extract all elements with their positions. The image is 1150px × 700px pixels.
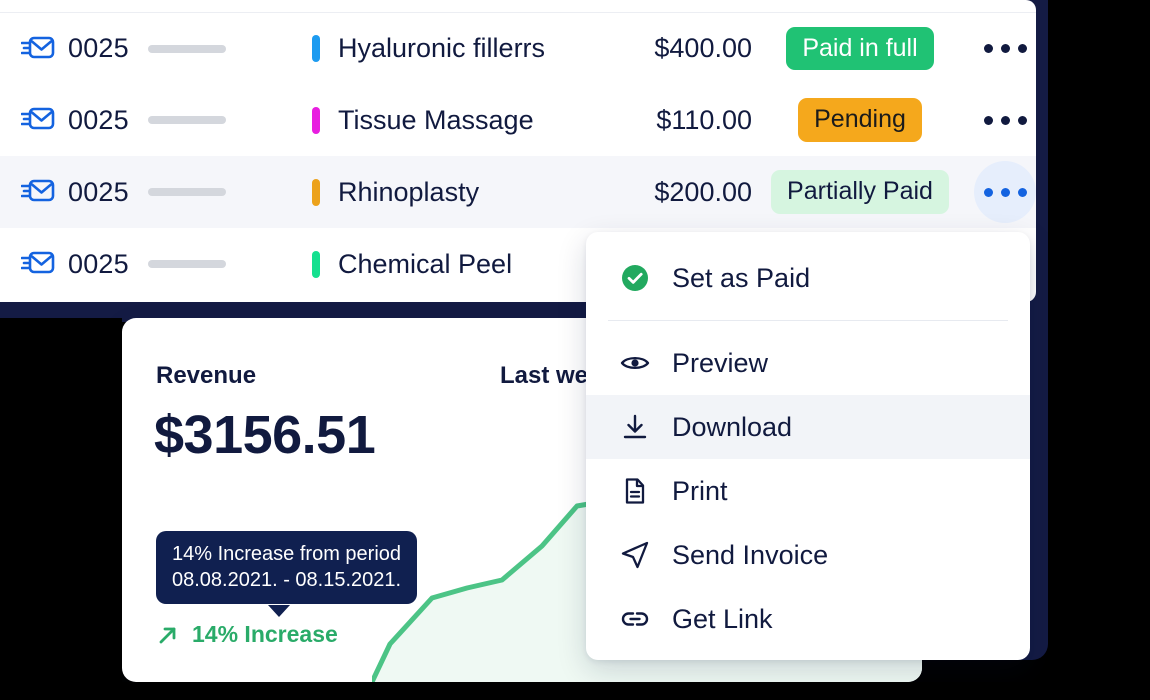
kebab-dot [1017, 44, 1027, 53]
invoice-amount: $200.00 [654, 176, 752, 207]
tooltip-line-2: 08.08.2021. - 08.15.2021. [172, 568, 402, 591]
backdrop-mask-left [0, 318, 122, 700]
document-icon [618, 474, 652, 508]
service-color-marker [312, 250, 320, 278]
table-row[interactable]: 0025 Hyaluronic fillerrs $400.00 Paid in… [0, 12, 1036, 84]
service-name: Tissue Massage [338, 104, 534, 135]
send-mail-icon [18, 29, 58, 69]
status-badge: Pending [798, 98, 922, 142]
kebab-dot [1000, 44, 1010, 53]
row-actions-button[interactable] [974, 18, 1036, 80]
service-cell: Tissue Massage [312, 105, 602, 136]
tooltip-arrow [268, 605, 290, 617]
eye-icon [618, 346, 652, 380]
service-color-marker [312, 106, 320, 134]
service-name: Hyaluronic fillerrs [338, 33, 546, 63]
placeholder-bar [148, 116, 226, 124]
row-context-menu: Set as Paid Preview Download Print Send … [586, 232, 1030, 660]
kebab-dot [1017, 115, 1027, 125]
invoice-number: 0025 [68, 33, 129, 63]
send-icon [618, 538, 652, 572]
download-icon [618, 410, 652, 444]
check-circle-icon [618, 261, 652, 295]
send-mail-icon [18, 172, 58, 212]
menu-item-print[interactable]: Print [586, 459, 1030, 523]
menu-item-preview[interactable]: Preview [586, 331, 1030, 395]
revenue-card-title: Revenue [156, 362, 257, 389]
screenshot-stage: 0025 Hyaluronic fillerrs $400.00 Paid in… [0, 0, 1150, 700]
invoice-number: 0025 [68, 248, 129, 279]
service-cell: Rhinoplasty [312, 177, 602, 208]
status-cell: Pending [760, 98, 960, 142]
kebab-dot [983, 115, 993, 125]
send-mail-icon [18, 100, 58, 140]
kebab-dot [1000, 115, 1010, 125]
invoice-amount: $400.00 [654, 33, 752, 63]
revenue-delta-label: 14% Increase [192, 621, 338, 647]
kebab-dot [1017, 187, 1027, 197]
kebab-dot [983, 44, 993, 53]
service-color-marker [312, 35, 320, 62]
row-actions-button[interactable] [974, 89, 1036, 151]
invoice-number: 0025 [68, 104, 129, 135]
kebab-dot [1000, 187, 1010, 197]
service-name: Rhinoplasty [338, 176, 480, 207]
trend-up-arrow-icon [156, 623, 180, 647]
invoice-amount: $110.00 [656, 104, 752, 135]
placeholder-bar [148, 188, 226, 196]
row-actions-button-active[interactable] [974, 161, 1036, 223]
menu-item-label: Set as Paid [672, 262, 811, 293]
menu-item-label: Send Invoice [672, 539, 829, 570]
menu-item-label: Preview [672, 347, 769, 378]
status-cell: Paid in full [760, 26, 960, 71]
service-cell: Hyaluronic fillerrs [312, 33, 602, 64]
status-cell: Partially Paid [760, 170, 960, 214]
placeholder-bar [148, 260, 226, 268]
menu-divider [608, 320, 1008, 321]
menu-item-label: Download [672, 411, 793, 442]
status-badge: Paid in full [786, 26, 934, 71]
service-cell: Chemical Peel [312, 249, 602, 280]
chart-tooltip: 14% Increase from period 08.08.2021. - 0… [156, 531, 418, 605]
table-row[interactable]: 0025 Tissue Massage $110.00 Pending [0, 84, 1036, 156]
menu-item-get-link[interactable]: Get Link [586, 587, 1030, 651]
service-color-marker [312, 178, 320, 206]
menu-item-download[interactable]: Download [586, 395, 1030, 459]
menu-item-set-as-paid[interactable]: Set as Paid [586, 246, 1030, 310]
backdrop-mask-bottom [0, 682, 1150, 700]
placeholder-bar [148, 44, 226, 53]
revenue-delta: 14% Increase [156, 621, 338, 648]
menu-item-label: Get Link [672, 603, 773, 634]
backdrop-mask-right [1050, 0, 1150, 700]
table-row-selected[interactable]: 0025 Rhinoplasty $200.00 Partially Paid [0, 156, 1036, 228]
tooltip-line-1: 14% Increase from period [172, 543, 402, 565]
menu-item-label: Print [672, 475, 728, 506]
revenue-amount: $3156.51 [154, 405, 376, 465]
menu-item-send-invoice[interactable]: Send Invoice [586, 523, 1030, 587]
revenue-period-label: Last we [500, 362, 589, 389]
status-badge: Partially Paid [771, 170, 949, 214]
invoice-number: 0025 [68, 176, 129, 207]
service-name: Chemical Peel [338, 248, 513, 279]
link-icon [618, 602, 652, 636]
send-mail-icon [18, 244, 58, 284]
kebab-dot [983, 187, 993, 197]
